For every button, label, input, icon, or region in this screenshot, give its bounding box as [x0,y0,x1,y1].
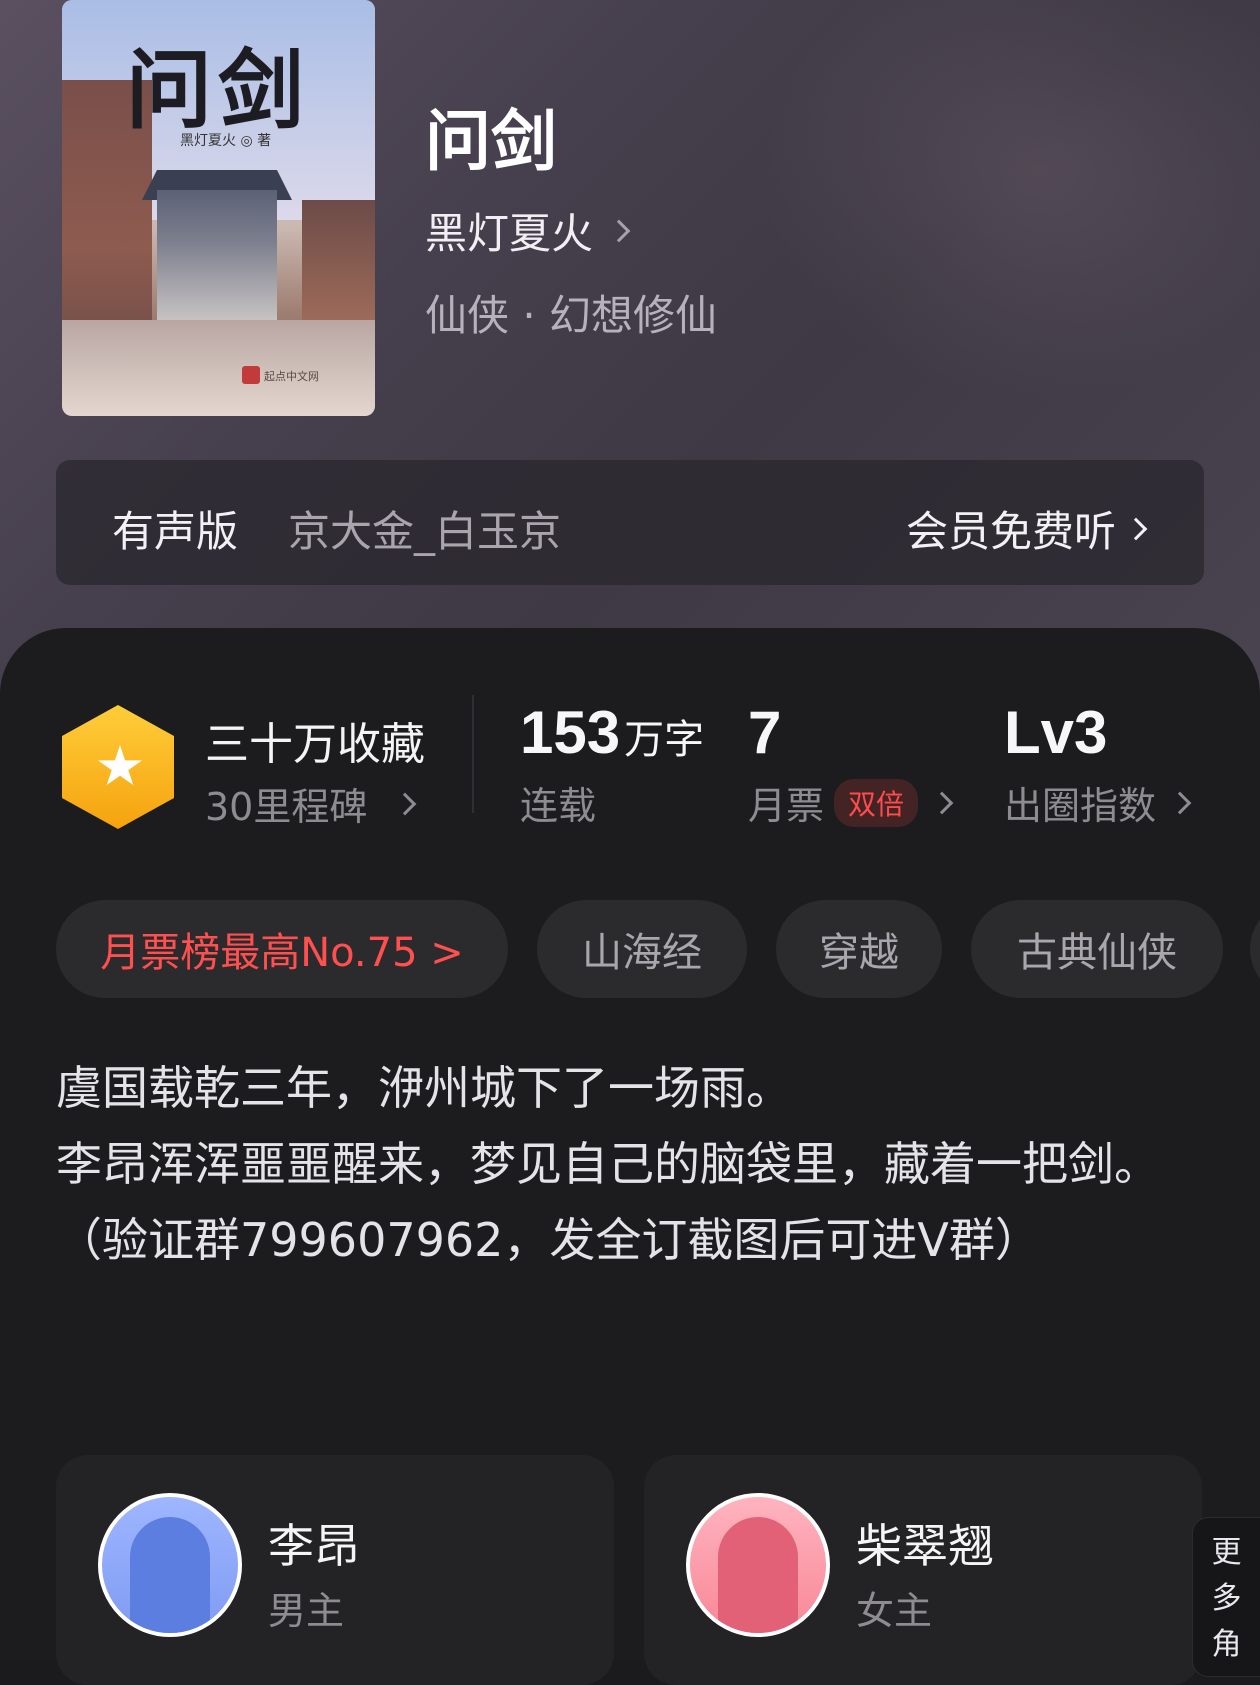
tag-classic-xianxia[interactable]: 古典仙侠 [971,900,1223,998]
publisher-logo-icon [242,366,260,384]
chevron-right-icon [607,219,631,242]
cover-publisher: 起点中文网 [264,370,319,383]
breakout-index-stat[interactable]: Lv3 出圈指数 [1004,698,1192,830]
book-genre: 仙侠 · 幻想修仙 [425,291,718,340]
character-card[interactable]: 李昂 男主 [56,1455,614,1685]
hero-glow [760,0,1260,400]
cover-title: 问剑 [126,40,310,141]
member-free-listen-label: 会员免费听 [905,507,1116,556]
more-roles-char: 更 [1211,1535,1242,1570]
more-roles-char: 角 [1211,1627,1242,1662]
stats-divider [472,695,474,813]
collection-milestone-link[interactable]: 30里程碑 [205,776,417,831]
book-title: 问剑 [425,102,557,180]
tag-shanhaijing[interactable]: 山海经 [537,900,747,998]
breakout-index-label: 出圈指数 [1004,784,1157,828]
audio-narrator: 京大金_白玉京 [288,507,562,556]
chevron-right-icon [1124,517,1148,540]
book-synopsis[interactable]: 虞国载乾三年，洢州城下了一场雨。 李昂浑浑噩噩醒来，梦见自己的脑袋里，藏着一把剑… [56,1050,1186,1278]
tag-list: 月票榜最高No.75 > 山海经 穿越 古典仙侠 [56,900,1260,998]
tag-time-travel[interactable]: 穿越 [776,900,942,998]
monthly-votes-label: 月票 [748,784,825,828]
male-silhouette-icon [130,1517,210,1633]
audio-version-bar[interactable]: 有声版 京大金_白玉京 会员免费听 [56,460,1204,585]
monthly-votes-stat[interactable]: 7 月票 双倍 [748,698,954,830]
breakout-index-value: Lv3 [1004,699,1108,766]
female-silhouette-icon [718,1517,798,1633]
author-link[interactable]: 黑灯夏火 [425,200,631,261]
cover-author: 黑灯夏火 ◎ 著 [180,133,272,149]
character-name: 李昂 [268,1519,360,1573]
word-count-unit: 万字 [624,717,705,763]
star-icon [97,745,143,786]
double-votes-badge: 双倍 [834,778,919,827]
character-role: 男主 [268,1589,345,1633]
chevron-right-icon [1168,791,1192,814]
character-avatar [98,1493,242,1637]
audio-label: 有声版 [112,507,239,556]
serial-status: 连载 [520,784,597,828]
tag-monthly-rank[interactable]: 月票榜最高No.75 > [56,900,508,998]
chevron-right-icon [394,792,417,815]
word-count-stat: 153 万字 连载 [520,698,704,830]
member-free-listen-button[interactable]: 会员免费听 [905,498,1148,559]
more-roles-button[interactable]: 更 多 角 [1192,1517,1260,1677]
monthly-votes-value: 7 [748,699,782,766]
more-roles-char: 多 [1211,1581,1242,1616]
character-name: 柴翠翘 [856,1519,994,1573]
cover-city-gate [157,190,277,320]
character-card[interactable]: 柴翠翘 女主 [644,1455,1202,1685]
character-avatar [686,1493,830,1637]
character-role: 女主 [856,1589,933,1633]
word-count-value: 153 [520,699,621,766]
collection-milestone-sub: 30里程碑 [205,785,368,829]
cover-street [62,320,375,416]
author-name: 黑灯夏火 [425,209,594,258]
collection-milestone-title: 三十万收藏 [205,719,425,770]
tag-more[interactable] [1250,900,1260,998]
chevron-right-icon [930,791,954,814]
book-cover[interactable]: 问剑 黑灯夏火 ◎ 著 起点中文网 [62,0,375,416]
